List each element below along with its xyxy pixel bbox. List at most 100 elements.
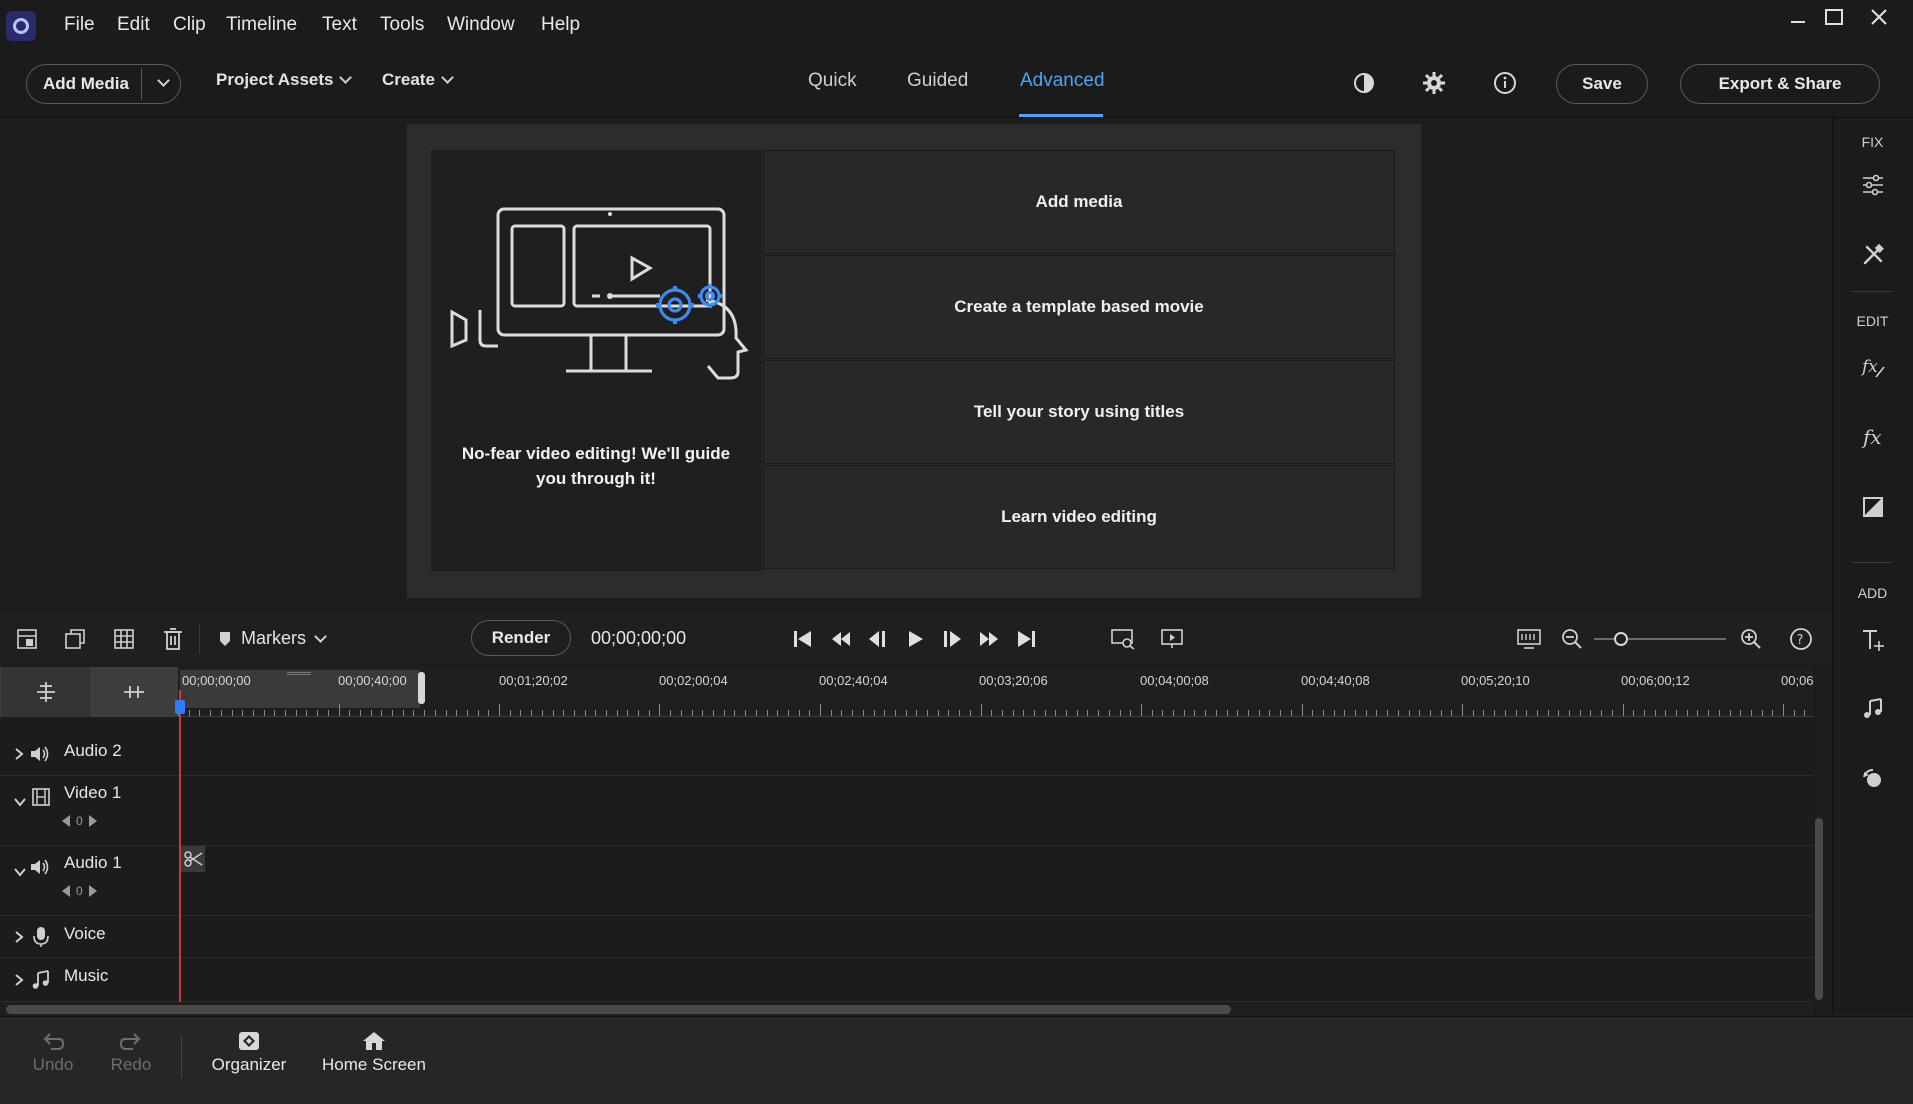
render-button[interactable]: Render [471,620,571,656]
go-to-start-icon[interactable] [788,624,818,654]
keyframe-value: 0 [76,884,83,898]
create-label: Create [382,70,435,89]
scissors-icon[interactable] [181,846,205,872]
undo-label: Undo [32,1055,74,1074]
current-timecode[interactable]: 00;00;00;00 [591,628,686,649]
premiere-elements-logo-icon [6,11,36,41]
track-voice[interactable] [0,916,1814,958]
home-icon [363,1032,385,1050]
keyframe-nav[interactable]: 0 [62,814,97,828]
track-audio-1[interactable] [0,846,1814,916]
track-name: Voice [64,924,106,943]
add-track-icon[interactable] [2,667,90,717]
export-share-button[interactable]: Export & Share [1680,64,1880,104]
undo-button[interactable]: Undo [30,1031,76,1075]
create-dropdown[interactable]: Create [382,70,454,90]
menu-text[interactable]: Text [322,14,357,36]
track-video-1[interactable] [0,776,1814,846]
menu-edit[interactable]: Edit [117,14,150,36]
track-name: Video 1 [64,783,122,802]
music-icon[interactable] [1832,692,1913,726]
tab-quick[interactable]: Quick [808,70,857,92]
option-add-media[interactable]: Add media [763,150,1395,254]
color-icon[interactable] [1832,490,1913,524]
applied-effects-icon[interactable]: fx [1832,350,1913,384]
tools-icon[interactable] [1832,238,1913,272]
work-area-end-handle[interactable] [418,672,425,704]
play-icon[interactable] [900,624,930,654]
zoom-out-icon[interactable] [1557,624,1587,654]
expand-chevron-icon[interactable] [14,930,24,949]
redo-button[interactable]: Redo [108,1031,154,1075]
info-icon[interactable] [1490,68,1520,98]
fullscreen-preview-icon[interactable] [1157,624,1187,654]
undo-icon [43,1033,65,1050]
playhead-handle[interactable] [175,700,185,714]
speaker-icon [29,857,51,882]
expand-chevron-icon[interactable] [14,973,24,992]
step-forward-icon[interactable] [937,624,967,654]
collapse-chevron-icon[interactable] [13,794,27,812]
smart-fix-icon[interactable] [12,624,42,654]
save-button[interactable]: Save [1556,64,1648,104]
audio-mix-icon[interactable] [90,667,178,717]
settings-gear-icon[interactable] [1419,68,1449,98]
add-media-label: Add Media [43,74,129,93]
panel-divider [1852,291,1892,292]
vertical-scrollbar-thumb[interactable] [1815,818,1823,1000]
step-back-icon[interactable] [863,624,893,654]
maximize-icon[interactable] [1817,2,1851,32]
expand-chevron-icon[interactable] [14,747,24,766]
scene-grid-icon[interactable] [109,624,139,654]
titles-icon[interactable] [1832,623,1913,657]
edit-section-label: EDIT [1856,313,1889,329]
menu-timeline[interactable]: Timeline [226,14,297,36]
zoom-slider-handle[interactable] [1614,632,1628,646]
ruler-timecode: 00;02;40;04 [819,673,888,688]
minimize-icon[interactable] [1781,2,1815,32]
help-icon[interactable]: ? [1786,624,1816,654]
svg-text:fx: fx [1860,357,1878,377]
previous-edit-icon[interactable] [826,624,856,654]
music-note-icon [31,969,51,996]
organizer-label: Organizer [211,1055,287,1074]
adjustments-sliders-icon[interactable] [1832,168,1913,202]
menu-file[interactable]: File [64,14,95,36]
chevron-down-icon [441,71,454,84]
option-template-movie[interactable]: Create a template based movie [763,255,1395,359]
tab-advanced[interactable]: Advanced [1020,70,1105,92]
menu-clip[interactable]: Clip [173,14,206,36]
fix-section-label: FIX [1861,134,1884,150]
keyframe-nav[interactable]: 0 [62,884,97,898]
collapse-chevron-icon[interactable] [13,864,27,882]
close-icon[interactable] [1862,2,1896,32]
option-learn-editing[interactable]: Learn video editing [763,465,1395,569]
option-story-titles[interactable]: Tell your story using titles [763,360,1395,464]
markers-label: Markers [241,628,307,648]
track-music[interactable] [0,958,1814,1002]
next-edit-icon[interactable] [974,624,1004,654]
menu-window[interactable]: Window [447,14,515,36]
add-media-chevron-down-icon[interactable] [150,70,176,96]
markers-dropdown[interactable]: Markers [219,628,327,649]
horizontal-scrollbar-thumb[interactable] [6,1005,1231,1014]
delete-trash-icon[interactable] [158,624,188,654]
effects-fx-icon[interactable]: fx [1832,420,1913,454]
organizer-button[interactable]: Organizer [211,1031,287,1075]
tab-guided[interactable]: Guided [907,70,968,92]
timeline-monitor-icon[interactable] [1514,624,1544,654]
theme-contrast-icon[interactable] [1349,68,1379,98]
fit-to-screen-icon[interactable] [1108,624,1138,654]
welcome-tagline: No-fear video editing! We'll guide you t… [461,444,731,488]
trim-clip-icon[interactable] [60,624,90,654]
graphics-icon[interactable] [1832,762,1913,796]
track-audio-2[interactable] [0,733,1814,776]
track-name: Audio 1 [64,853,122,872]
go-to-end-icon[interactable] [1011,624,1041,654]
menu-tools[interactable]: Tools [380,14,424,36]
project-assets-dropdown[interactable]: Project Assets [216,70,353,90]
menu-help[interactable]: Help [541,14,580,36]
home-screen-button[interactable]: Home Screen [322,1031,426,1075]
zoom-in-icon[interactable] [1736,624,1766,654]
playhead-line[interactable] [179,690,181,1003]
